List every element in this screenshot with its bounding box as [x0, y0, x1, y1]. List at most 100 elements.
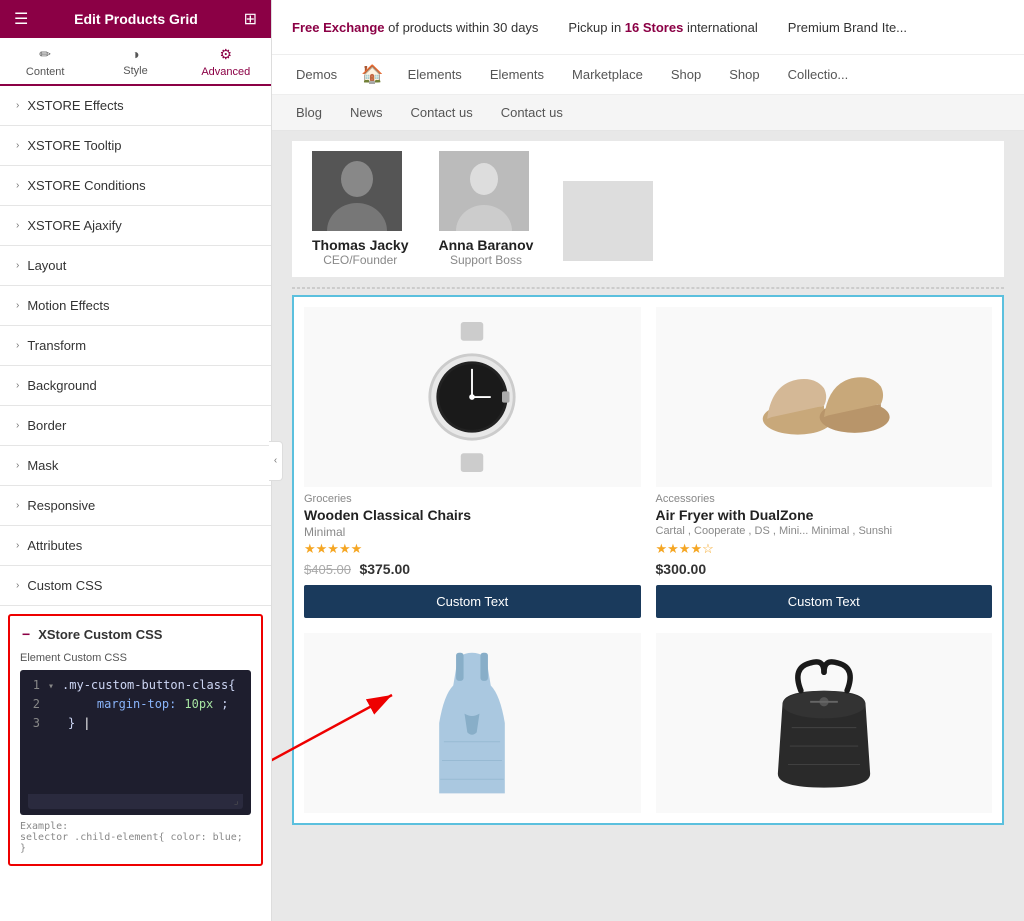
- arrow-icon: ›: [16, 140, 19, 151]
- tab-content[interactable]: ✏ Content: [0, 38, 90, 84]
- product-btn-1[interactable]: Custom Text: [304, 585, 641, 618]
- code-example: Example: selector .child-element{ color:…: [20, 821, 251, 854]
- price-old-1: $405.00: [304, 562, 351, 577]
- products-grid-container: Groceries Wooden Classical Chairs Minima…: [292, 295, 1004, 825]
- team-photo-2: [439, 151, 529, 231]
- nav-bar: Demos 🏠 Elements Elements Marketplace Sh…: [272, 55, 1024, 95]
- collapse-panel-handle[interactable]: ‹: [269, 441, 283, 481]
- arrow-icon: ›: [16, 100, 19, 111]
- nav-demos[interactable]: Demos: [292, 59, 341, 90]
- price-single-2: $300.00: [656, 561, 707, 577]
- accordion-attributes[interactable]: › Attributes: [0, 526, 271, 566]
- team-photo-svg-1: [312, 151, 402, 231]
- free-exchange-bold: Free Exchange: [292, 20, 385, 35]
- accordion-custom-css[interactable]: › Custom CSS: [0, 566, 271, 606]
- main-area: Free Exchange of products within 30 days…: [272, 0, 1024, 921]
- bag-svg: [764, 653, 884, 793]
- premium-item: Premium Brand Ite...: [788, 20, 907, 35]
- subnav-news[interactable]: News: [346, 99, 387, 126]
- accordion-xstore-tooltip[interactable]: › XSTORE Tooltip: [0, 126, 271, 166]
- content-area: Thomas Jacky CEO/Founder Anna Baranov Su…: [272, 131, 1024, 921]
- product-card-2: Accessories Air Fryer with DualZone Cart…: [656, 307, 993, 618]
- product-card-3: [304, 633, 641, 813]
- product-brands-2: Cartal , Cooperate , DS , Mini... Minima…: [656, 525, 993, 537]
- accordion-transform[interactable]: › Transform: [0, 326, 271, 366]
- price-row-2: $300.00: [656, 561, 993, 579]
- price-new-1: $375.00: [359, 561, 410, 577]
- product-brand-1: Minimal: [304, 525, 641, 539]
- circle-half-icon: ◑: [131, 46, 139, 62]
- accordion-background[interactable]: › Background: [0, 366, 271, 406]
- subnav-contact-2[interactable]: Contact us: [497, 99, 567, 126]
- subnav-blog[interactable]: Blog: [292, 99, 326, 126]
- xstore-custom-css-section: − XStore Custom CSS Element Custom CSS 1…: [8, 614, 263, 866]
- xstore-css-header[interactable]: − XStore Custom CSS: [10, 616, 261, 652]
- subnav-contact-1[interactable]: Contact us: [407, 99, 477, 126]
- product-card-1: Groceries Wooden Classical Chairs Minima…: [304, 307, 641, 618]
- dashed-separator: [292, 287, 1004, 289]
- sub-nav: Blog News Contact us Contact us: [272, 95, 1024, 131]
- accordion-xstore-effects[interactable]: › XSTORE Effects: [0, 86, 271, 126]
- product-image-4: [656, 633, 993, 813]
- team-photo-placeholder: [563, 181, 653, 261]
- free-exchange-item: Free Exchange of products within 30 days: [292, 20, 538, 35]
- product-name-1: Wooden Classical Chairs: [304, 507, 641, 523]
- team-photo-1: [312, 151, 402, 231]
- arrow-icon: ›: [16, 460, 19, 471]
- accordion-layout[interactable]: › Layout: [0, 246, 271, 286]
- product-stars-1: ★★★★★: [304, 541, 641, 557]
- tab-style[interactable]: ◑ Style: [90, 38, 180, 84]
- gear-icon: ⚙: [220, 46, 233, 63]
- team-member-2: Anna Baranov Support Boss: [439, 151, 534, 267]
- arrow-icon: ›: [16, 540, 19, 551]
- team-role-2: Support Boss: [439, 253, 534, 267]
- arrow-icon: ›: [16, 580, 19, 591]
- product-btn-2[interactable]: Custom Text: [656, 585, 993, 618]
- tab-advanced[interactable]: ⚙ Advanced: [181, 38, 271, 86]
- products-grid: Groceries Wooden Classical Chairs Minima…: [292, 295, 1004, 825]
- price-row-1: $405.00 $375.00: [304, 561, 641, 579]
- code-line-1: 1 ▾ .my-custom-button-class{: [28, 676, 243, 695]
- accordion-motion-effects[interactable]: › Motion Effects: [0, 286, 271, 326]
- arrow-icon: ›: [16, 220, 19, 231]
- shoes-svg: [754, 332, 894, 462]
- nav-shop-1[interactable]: Shop: [667, 59, 705, 90]
- dress-svg: [422, 648, 522, 798]
- code-line-2: 2 margin-top: 10px;: [28, 695, 243, 714]
- nav-shop-2[interactable]: Shop: [725, 59, 763, 90]
- hamburger-icon[interactable]: ☰: [14, 9, 28, 29]
- nav-collection[interactable]: Collectio...: [784, 59, 853, 90]
- xstore-css-body: Element Custom CSS 1 ▾ .my-custom-button…: [10, 652, 261, 864]
- code-editor[interactable]: 1 ▾ .my-custom-button-class{ 2 margin-to…: [20, 670, 251, 815]
- team-name-2: Anna Baranov: [439, 237, 534, 253]
- resize-handle[interactable]: ⌟: [28, 794, 243, 809]
- team-member-placeholder: [563, 181, 653, 267]
- accordion-border[interactable]: › Border: [0, 406, 271, 446]
- team-name-1: Thomas Jacky: [312, 237, 409, 253]
- nav-elements-1[interactable]: Elements: [404, 59, 466, 90]
- accordion-xstore-conditions[interactable]: › XSTORE Conditions: [0, 166, 271, 206]
- panel-header: ☰ Edit Products Grid ⊞: [0, 0, 271, 38]
- accordion-mask[interactable]: › Mask: [0, 446, 271, 486]
- product-card-4: [656, 633, 993, 813]
- panel-title: Edit Products Grid: [74, 11, 198, 27]
- team-member-1: Thomas Jacky CEO/Founder: [312, 151, 409, 267]
- accordion-responsive[interactable]: › Responsive: [0, 486, 271, 526]
- product-category-2: Accessories: [656, 493, 993, 505]
- product-name-2: Air Fryer with DualZone: [656, 507, 993, 523]
- nav-elements-2[interactable]: Elements: [486, 59, 548, 90]
- accordion-xstore-ajaxify[interactable]: › XSTORE Ajaxify: [0, 206, 271, 246]
- arrow-icon: ›: [16, 180, 19, 191]
- pickup-item: Pickup in 16 Stores international: [568, 20, 757, 35]
- top-bar: Free Exchange of products within 30 days…: [272, 0, 1024, 55]
- tabs-row: ✏ Content ◑ Style ⚙ Advanced: [0, 38, 271, 86]
- arrow-icon: ›: [16, 260, 19, 271]
- arrow-icon: ›: [16, 500, 19, 511]
- store-icon[interactable]: 🏠: [361, 64, 383, 85]
- grid-icon[interactable]: ⊞: [244, 9, 257, 29]
- watch-svg: [412, 322, 532, 472]
- nav-marketplace[interactable]: Marketplace: [568, 59, 647, 90]
- product-image-2: [656, 307, 993, 487]
- product-stars-2: ★★★★☆: [656, 541, 993, 557]
- product-image-3: [304, 633, 641, 813]
